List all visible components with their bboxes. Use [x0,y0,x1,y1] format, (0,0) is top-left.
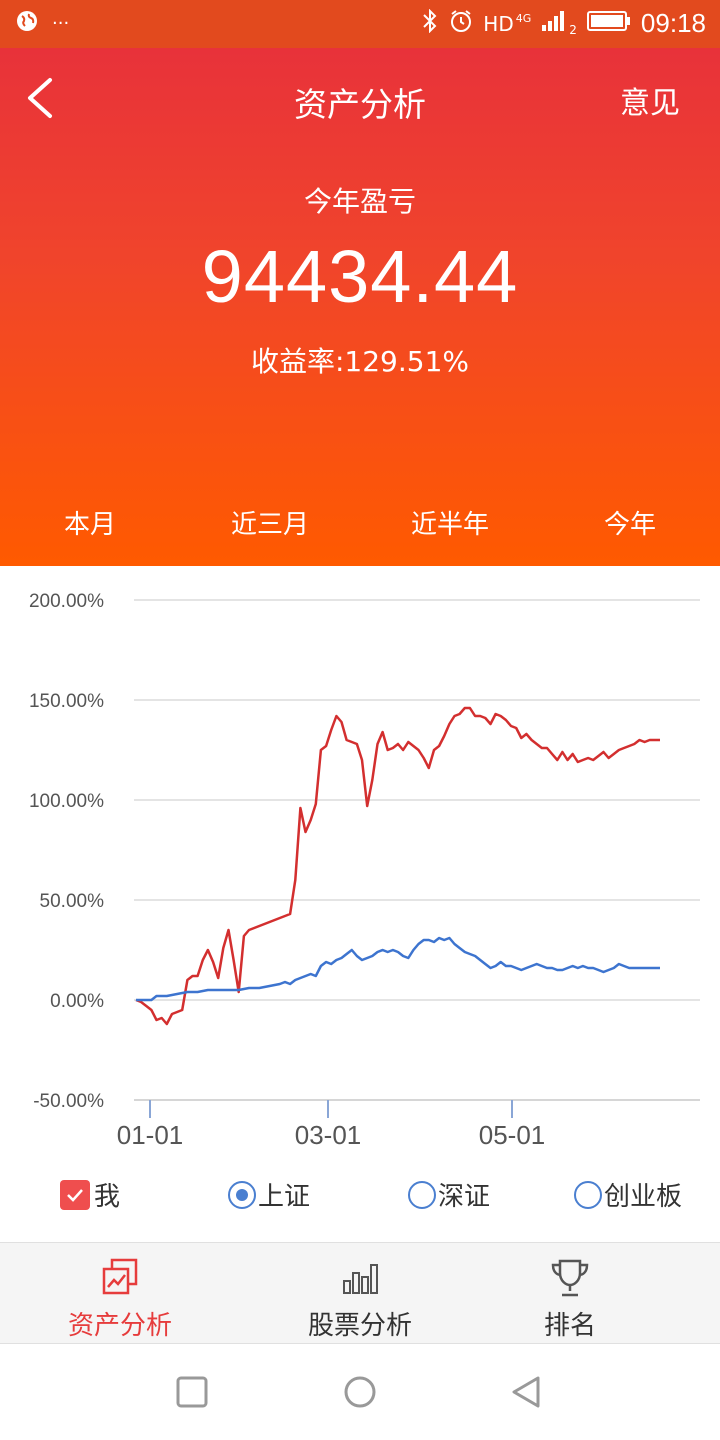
chart-legend: 我 上证 深证 创业板 [0,1176,720,1226]
more-icon: ··· [52,13,70,34]
nav-label: 资产分析 [67,1311,172,1341]
legend-shanghai[interactable]: 上证 [228,1176,310,1213]
recent-apps-icon[interactable] [174,1374,210,1410]
home-icon[interactable] [342,1374,378,1410]
legend-label: 上证 [258,1182,311,1212]
legend-me[interactable]: 我 [60,1176,120,1213]
summary-value: 94434.44 [201,235,519,318]
sim-slot: 2 [569,22,577,37]
y-tick-label: 0.00% [50,991,104,1012]
nav-stock-analysis[interactable]: 股票分析 [260,1243,460,1343]
tab-this-month[interactable]: 本月 [0,502,180,566]
nav-asset-analysis[interactable]: 资产分析 [20,1243,220,1343]
battery-icon [586,10,631,38]
feedback-button[interactable]: 意见 [620,78,680,122]
system-nav [0,1344,720,1440]
page-title: 资产分析 [294,85,426,124]
nav-label: 股票分析 [307,1311,412,1341]
bluetooth-icon [421,8,439,39]
header: 资产分析 意见 今年盈亏 94434.44 收益率:129.51% 本月 近三月… [0,48,720,584]
network-type: HD [483,11,514,36]
nav-ranking[interactable]: 排名 [470,1243,670,1343]
x-tick-label: 03-01 [295,1120,362,1150]
status-bar: ··· HD 4G 2 09:18 [0,0,720,48]
signal-icon [541,10,567,38]
x-tick-label: 01-01 [117,1120,184,1150]
trophy-icon [551,1259,589,1297]
radio-unselected-icon [408,1180,436,1209]
tab-half-year[interactable]: 近半年 [360,502,540,566]
radio-selected-icon [228,1180,256,1209]
chart-svg: 200.00% 150.00% 100.00% 50.00% 0.00% -50.00% 0… [29,591,700,1150]
tab-this-year[interactable]: 今年 [540,502,720,584]
legend-label: 深证 [438,1182,491,1212]
summary-label: 今年盈亏 [303,185,416,218]
radio-unselected-icon [574,1180,602,1209]
y-tick-label: 150.00% [29,691,104,712]
clock: 09:18 [640,8,706,38]
legend-shenzhen[interactable]: 深证 [408,1176,490,1213]
signal-type: 4G [515,12,532,25]
back-triangle-icon[interactable] [508,1374,544,1410]
nav-label: 排名 [543,1311,596,1341]
y-tick-label: 50.00% [40,891,105,912]
x-tick-label: 05-01 [479,1120,546,1150]
legend-label: 创业板 [604,1182,683,1212]
asset-chart-icon [102,1258,138,1295]
bottom-nav: 资产分析 股票分析 排名 [0,1242,720,1344]
globe-icon [16,10,38,37]
bar-chart-icon [343,1264,378,1294]
legend-label: 我 [94,1182,121,1212]
y-tick-label: -50.00% [33,1091,104,1112]
summary-rate: 收益率:129.51% [250,345,469,378]
tab-three-months[interactable]: 近三月 [180,502,360,566]
y-tick-label: 200.00% [29,591,104,612]
checkbox-checked-icon [60,1179,90,1210]
return-chart: 200.00% 150.00% 100.00% 50.00% 0.00% -50.00% 0… [0,566,720,1166]
series-line [135,706,660,1026]
y-tick-label: 100.00% [29,791,104,812]
period-tabs: 本月 近三月 近半年 今年 [0,502,720,584]
legend-chinext[interactable]: 创业板 [574,1176,682,1213]
alarm-icon [449,9,473,39]
